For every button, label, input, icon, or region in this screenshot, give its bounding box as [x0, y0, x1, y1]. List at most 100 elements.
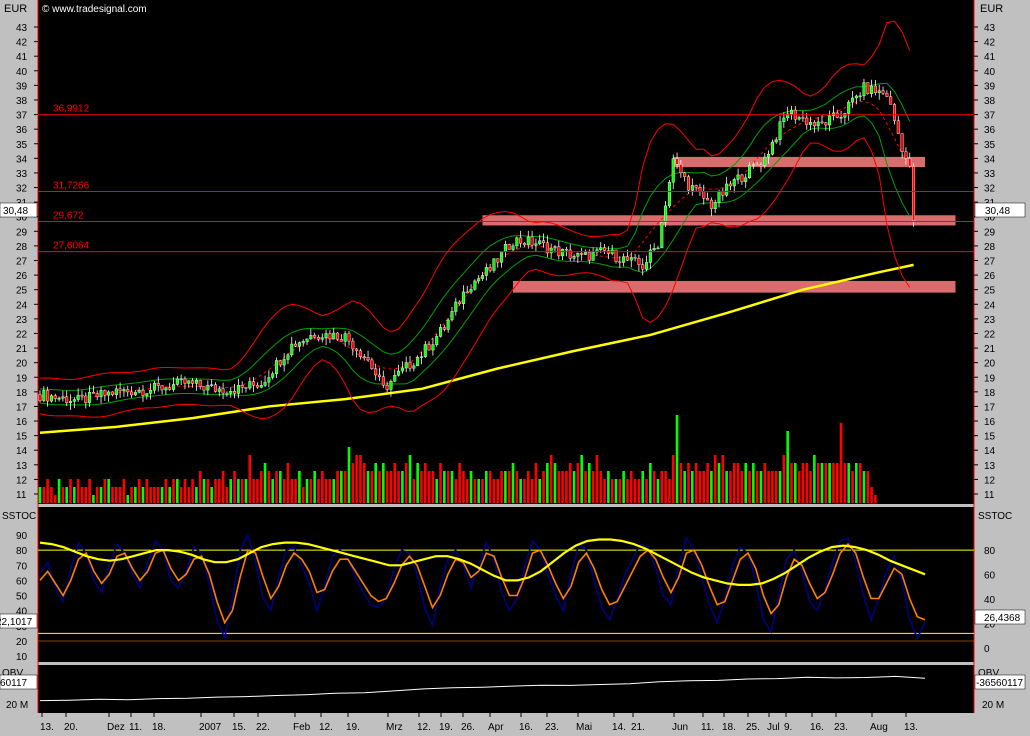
- date-tick-label: Mrz: [386, 722, 403, 733]
- candle-body: [122, 389, 126, 392]
- candle-body: [507, 244, 511, 250]
- volume-bar: [595, 455, 599, 503]
- volume-bar: [397, 471, 400, 503]
- volume-bar: [633, 479, 637, 503]
- volume-bar: [244, 479, 248, 503]
- volume-bar: [610, 479, 614, 503]
- candle-body: [488, 267, 492, 271]
- date-tick-label: 18.: [152, 722, 166, 733]
- volume-bar: [225, 487, 229, 503]
- volume-bar: [538, 479, 542, 503]
- volume-bar: [496, 479, 500, 503]
- date-tick-label: Dez: [107, 722, 125, 733]
- obv-panel[interactable]: [38, 665, 974, 713]
- volume-bar: [221, 471, 225, 503]
- price-tick-left: 13: [16, 461, 28, 472]
- volume-bar: [141, 487, 145, 503]
- candle-body: [725, 183, 729, 196]
- candle-body: [187, 380, 191, 384]
- volume-bar: [603, 479, 606, 503]
- price-tick-left: 43: [16, 23, 28, 34]
- price-tick-right: 19: [984, 373, 996, 384]
- candle-body: [656, 247, 660, 250]
- candle-body: [145, 393, 149, 396]
- candle-body: [133, 392, 137, 396]
- volume-bar: [149, 487, 152, 503]
- date-tick-label: Mai: [576, 722, 592, 733]
- candle-body: [381, 376, 385, 386]
- level-label: 31,7266: [53, 181, 90, 192]
- candle-body: [759, 164, 763, 166]
- candle-body: [141, 389, 145, 396]
- candle-body: [183, 378, 187, 384]
- candle-body: [496, 258, 500, 263]
- volume-bar: [366, 471, 370, 503]
- candle-body: [629, 257, 633, 261]
- volume-bar: [84, 487, 88, 503]
- candle-body: [908, 158, 912, 167]
- volume-bar: [355, 455, 358, 503]
- candle-body: [645, 262, 649, 270]
- price-tick-left: 25: [16, 286, 28, 297]
- candle-body: [896, 120, 900, 134]
- date-tick-label: 19.: [346, 722, 360, 733]
- candle-body: [404, 362, 408, 369]
- date-tick-label: 2007: [199, 722, 222, 733]
- candle-body: [484, 267, 488, 276]
- candle-body: [839, 117, 843, 119]
- candle-body: [740, 174, 744, 182]
- price-tick-right: 22: [984, 329, 996, 340]
- volume-bar: [618, 479, 622, 503]
- stochastic-tick-right: 80: [984, 546, 996, 557]
- volume-bar: [179, 487, 183, 503]
- candle-body: [160, 385, 164, 391]
- volume-bar: [481, 479, 484, 503]
- candle-body: [255, 385, 259, 388]
- candle-body: [172, 384, 176, 390]
- tradesignal-chart: 11 11 12 12 13 13 14 14 15 15 16 16 17 17 18 18 19 19 20 20…: [0, 0, 1030, 736]
- volume-bar: [614, 479, 618, 503]
- volume-bar: [549, 455, 553, 503]
- candle-body: [110, 391, 114, 395]
- candle-body: [637, 257, 641, 265]
- candle-body: [442, 327, 446, 330]
- candle-body: [49, 395, 53, 402]
- candle-body: [591, 251, 595, 261]
- volume-bar: [336, 471, 339, 503]
- candle-body: [679, 164, 683, 174]
- price-tick-left: 29: [16, 227, 28, 238]
- volume-bar: [759, 471, 763, 503]
- volume-bar: [565, 471, 568, 503]
- volume-bar: [294, 479, 297, 503]
- volume-bar: [767, 471, 770, 503]
- candle-body: [683, 172, 687, 177]
- volume-bar: [160, 487, 164, 503]
- price-tick-right: 17: [984, 402, 996, 413]
- candle-body: [114, 388, 118, 395]
- obv-value-right: -36560117: [976, 678, 1024, 689]
- price-tick-left: 41: [16, 52, 28, 63]
- candle-body: [202, 386, 206, 391]
- candle-body: [84, 395, 88, 403]
- price-tick-right: 15: [984, 432, 996, 443]
- volume-bar: [664, 471, 667, 503]
- candle-body: [400, 367, 404, 372]
- volume-bar: [443, 471, 446, 503]
- volume-bar: [431, 471, 435, 503]
- stochastic-tick-right: 0: [984, 644, 990, 655]
- price-tick-right: 27: [984, 257, 996, 268]
- volume-bar: [870, 487, 873, 503]
- volume-bar: [675, 415, 679, 503]
- candle-body: [118, 388, 122, 392]
- volume-bar: [164, 479, 168, 503]
- volume-bar: [683, 471, 686, 503]
- candle-body: [706, 198, 710, 201]
- candle-body: [229, 391, 233, 394]
- volume-bar: [111, 487, 114, 503]
- price-tick-left: 24: [16, 300, 28, 311]
- volume-bar: [195, 487, 198, 503]
- candle-body: [633, 257, 637, 259]
- candle-body: [542, 240, 546, 243]
- volume-bar: [73, 487, 76, 503]
- stochastic-panel[interactable]: [38, 507, 974, 662]
